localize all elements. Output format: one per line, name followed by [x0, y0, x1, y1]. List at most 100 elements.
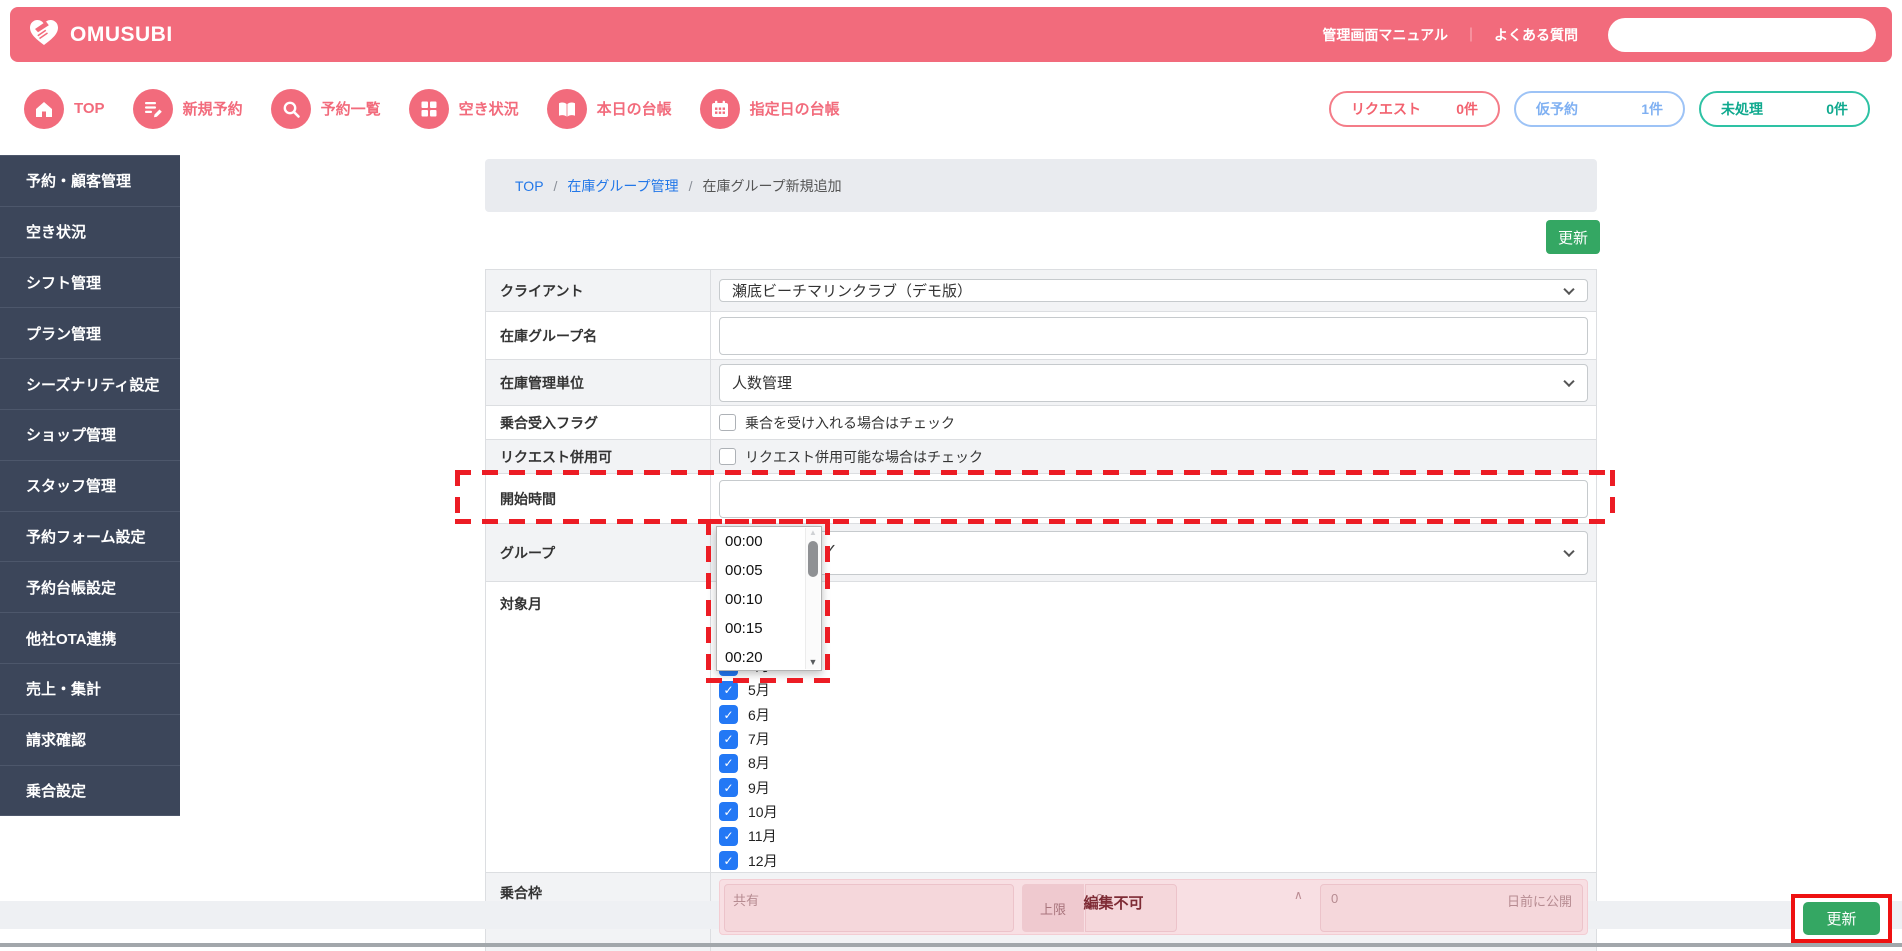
- sidebar-item-shop[interactable]: ショップ管理: [0, 410, 180, 461]
- sidebar-item-seasonality[interactable]: シーズナリティ設定: [0, 359, 180, 410]
- check-icon: ✓: [723, 804, 734, 819]
- header-link-separator: ｜: [1464, 26, 1478, 43]
- sidebar-item-billing[interactable]: 請求確認: [0, 715, 180, 766]
- nav-label: TOP: [74, 100, 105, 117]
- scrollbar-thumb[interactable]: [808, 541, 818, 577]
- nav-item-today-ledger[interactable]: 本日の台帳: [546, 88, 672, 129]
- month-item[interactable]: ✓ 7月: [719, 727, 1588, 751]
- check-icon: ✓: [723, 780, 734, 795]
- breadcrumb-separator: /: [688, 177, 693, 194]
- badge-unprocessed[interactable]: 未処理 0件: [1699, 90, 1870, 127]
- month-label: 7月: [748, 731, 770, 748]
- start-time-select[interactable]: [719, 479, 1588, 518]
- start-time-dropdown: 00:00 00:05 00:10 00:15 00:20 ▲ ▼: [716, 526, 822, 671]
- month-checkbox-checked[interactable]: ✓: [719, 729, 738, 749]
- sidebar-item-staff[interactable]: スタッフ管理: [0, 461, 180, 512]
- form-row-group: グループ: [486, 524, 1596, 582]
- check-icon: ✓: [723, 829, 734, 844]
- month-item[interactable]: ✓ 12月: [719, 848, 1588, 872]
- nav-item-reservation-list[interactable]: 予約一覧: [270, 88, 381, 129]
- month-item[interactable]: ✓ 8月: [719, 751, 1588, 775]
- month-item[interactable]: ✓ 4月: [719, 654, 1588, 678]
- month-checkbox-checked[interactable]: ✓: [719, 705, 738, 725]
- sidebar-item-availability[interactable]: 空き状況: [0, 207, 180, 258]
- form-row-target-month: 対象月 ✓ 4月 ✓ 5月 ✓ 6月 ✓ 7月 ✓ 8月 ✓: [486, 582, 1596, 873]
- badge-tentative-reservation[interactable]: 仮予約 1件: [1514, 90, 1685, 127]
- dropdown-scrollbar[interactable]: ▲ ▼: [805, 528, 820, 669]
- breadcrumb-group-management-link[interactable]: 在庫グループ管理: [567, 176, 678, 196]
- month-label: 12月: [748, 852, 778, 869]
- month-checkbox-checked[interactable]: ✓: [719, 802, 738, 822]
- update-button-bottom[interactable]: 更新: [1803, 902, 1880, 935]
- month-checkbox-checked[interactable]: ✓: [719, 778, 738, 798]
- month-label: 8月: [748, 755, 770, 772]
- sidebar-item-reservation-customer[interactable]: 予約・顧客管理: [0, 156, 180, 207]
- check-icon: ✓: [723, 683, 734, 698]
- month-item[interactable]: ✓ 5月: [719, 678, 1588, 702]
- share-slot-disabled-zone: 共有 上限 0 ∧ 編集不可 0 日前に公開: [719, 879, 1588, 935]
- month-checkbox-checked[interactable]: ✓: [719, 851, 738, 871]
- bottom-divider-line: [0, 943, 1902, 947]
- update-button-top[interactable]: 更新: [1546, 220, 1600, 254]
- month-checkbox-checked[interactable]: ✓: [719, 680, 738, 700]
- brand-logo[interactable]: OMUSUBI: [26, 14, 173, 55]
- nav-item-date-ledger[interactable]: 指定日の台帳: [699, 88, 840, 129]
- nav-label: 予約一覧: [320, 101, 381, 118]
- form-row-stock-unit: 在庫管理単位 人数管理: [486, 360, 1596, 406]
- sidebar-item-ledger-settings[interactable]: 予約台帳設定: [0, 562, 180, 614]
- sidebar-item-ota[interactable]: 他社OTA連携: [0, 613, 180, 664]
- scroll-up-icon[interactable]: ▲: [806, 528, 820, 537]
- stock-unit-select[interactable]: 人数管理: [719, 363, 1588, 402]
- group-select[interactable]: [719, 530, 1588, 575]
- month-checkbox-list: ✓ 4月 ✓ 5月 ✓ 6月 ✓ 7月 ✓ 8月 ✓ 9月: [711, 582, 1596, 872]
- brand-name: OMUSUBI: [70, 22, 173, 46]
- share-slot-publish-field: 0 日前に公開: [1320, 884, 1583, 932]
- month-checkbox-checked[interactable]: ✓: [719, 826, 738, 846]
- check-icon: ✓: [723, 853, 734, 868]
- scroll-down-icon[interactable]: ▼: [806, 657, 820, 667]
- sidebar-item-sales[interactable]: 売上・集計: [0, 664, 180, 715]
- field-label: 乗合受入フラグ: [486, 406, 711, 439]
- sidebar-item-plan[interactable]: プラン管理: [0, 308, 180, 360]
- month-label: 9月: [748, 779, 770, 796]
- manual-link[interactable]: 管理画面マニュアル: [1322, 25, 1448, 45]
- month-item[interactable]: ✓ 6月: [719, 703, 1588, 727]
- month-item[interactable]: ✓ 10月: [719, 800, 1588, 824]
- check-icon: ✓: [723, 756, 734, 771]
- badge-request[interactable]: リクエスト 0件: [1329, 90, 1500, 127]
- nav-label: 指定日の台帳: [749, 101, 840, 118]
- checkbox-label: リクエスト併用可能な場合はチェック: [745, 448, 983, 465]
- group-name-input[interactable]: [719, 316, 1588, 355]
- request-combo-checkbox[interactable]: [719, 448, 736, 465]
- month-item[interactable]: ✓ 11月: [719, 824, 1588, 848]
- nav-item-availability[interactable]: 空き状況: [408, 88, 519, 129]
- month-item[interactable]: ✓ 9月: [719, 775, 1588, 799]
- month-label: 11月: [748, 828, 777, 845]
- status-badges: リクエスト 0件 仮予約 1件 未処理 0件: [1329, 90, 1878, 127]
- header-search-input[interactable]: [1608, 17, 1876, 52]
- nav-item-top[interactable]: TOP: [24, 88, 105, 129]
- client-select[interactable]: 瀬底ビーチマリンクラブ（デモ版）: [719, 279, 1588, 302]
- nav-item-new-reservation[interactable]: 新規予約: [132, 88, 243, 129]
- badge-count: 1件: [1641, 100, 1663, 117]
- breadcrumb-top-link[interactable]: TOP: [515, 178, 544, 194]
- sidebar-item-shift[interactable]: シフト管理: [0, 258, 180, 309]
- faq-link[interactable]: よくある質問: [1494, 25, 1578, 45]
- field-label: 在庫管理単位: [486, 360, 711, 405]
- publish-days-label: 日前に公開: [1506, 894, 1572, 909]
- client-select-value: 瀬底ビーチマリンクラブ（デモ版）: [732, 283, 973, 300]
- month-label: 10月: [748, 803, 778, 820]
- month-checkbox-checked[interactable]: ✓: [719, 753, 738, 773]
- share-flag-checkbox[interactable]: [719, 414, 736, 431]
- search-icon: [270, 88, 311, 129]
- sidebar: 予約・顧客管理 空き状況 シフト管理 プラン管理 シーズナリティ設定 ショップ管…: [0, 155, 180, 817]
- breadcrumb-current-page: 在庫グループ新規追加: [702, 177, 842, 194]
- chevron-down-icon: [1563, 375, 1575, 387]
- chevron-down-icon: [1563, 545, 1575, 557]
- badge-count: 0件: [1456, 100, 1478, 117]
- sidebar-item-reservation-form[interactable]: 予約フォーム設定: [0, 512, 180, 563]
- form-row-start-time: 開始時間: [486, 474, 1596, 524]
- field-label: 開始時間: [486, 474, 711, 523]
- badge-count: 0件: [1826, 100, 1848, 117]
- sidebar-item-share-settings[interactable]: 乗合設定: [0, 766, 180, 817]
